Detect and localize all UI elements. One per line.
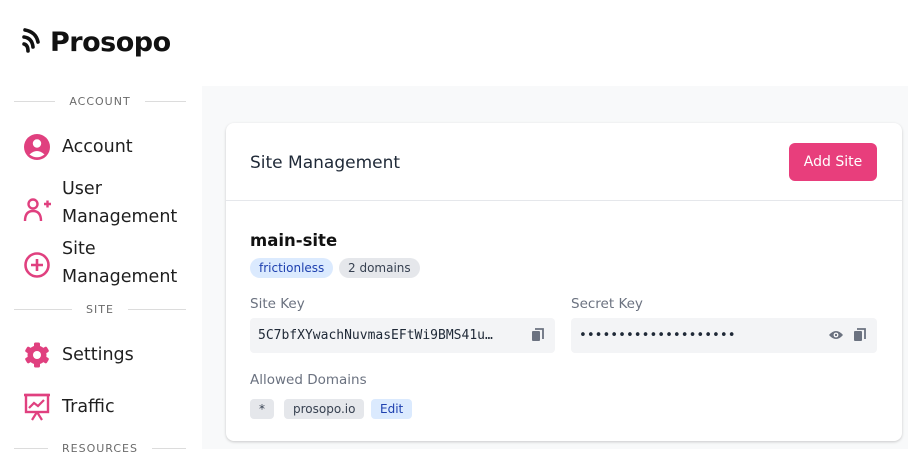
secret-key-value: ••••••••••••••••••••: [579, 328, 736, 343]
sidebar-item-label-line1: Site: [62, 239, 96, 259]
sidebar-item-user-management[interactable]: User Management: [22, 175, 177, 231]
copy-secret-key-button[interactable]: [851, 326, 869, 344]
section-label: ACCOUNT: [69, 95, 131, 108]
site-name: main-site: [250, 231, 338, 250]
sidebar-item-label: Settings: [62, 345, 134, 365]
domain-chip: prosopo.io: [284, 399, 365, 419]
eye-icon: [829, 331, 843, 339]
sidebar-item-settings[interactable]: Settings: [22, 340, 134, 370]
sidebar-item-site-management[interactable]: Site Management: [22, 235, 177, 291]
sidebar-item-traffic[interactable]: Traffic: [22, 392, 115, 422]
section-label: SITE: [86, 303, 114, 316]
site-key-label: Site Key: [250, 296, 305, 312]
brand-name: Prosopo: [50, 27, 171, 58]
plus-circle-icon: [22, 250, 52, 280]
tag-frictionless: frictionless: [250, 258, 334, 278]
site-key-field[interactable]: 5C7bfXYwachNuvmasEFtWi9BMS41u…: [250, 318, 555, 353]
user-circle-icon: [22, 132, 52, 162]
sidebar-item-account[interactable]: Account: [22, 132, 133, 162]
tag-domains-count: 2 domains: [339, 258, 420, 278]
section-header-site: SITE: [14, 303, 186, 316]
secret-key-label: Secret Key: [571, 296, 643, 312]
site-key-value: 5C7bfXYwachNuvmasEFtWi9BMS41u…: [258, 328, 493, 343]
brand-logo[interactable]: Prosopo: [22, 26, 171, 59]
toggle-secret-visibility-button[interactable]: [827, 326, 845, 344]
sidebar: Prosopo ACCOUNT Account User Management: [0, 0, 202, 455]
secret-key-field[interactable]: ••••••••••••••••••••: [571, 318, 877, 353]
copy-site-key-button[interactable]: [529, 326, 547, 344]
page-title: Site Management: [250, 153, 401, 173]
allowed-domains-label: Allowed Domains: [250, 372, 367, 388]
user-plus-icon: [22, 195, 52, 225]
edit-domains-button[interactable]: Edit: [371, 399, 413, 419]
sidebar-item-label-line2: Management: [62, 267, 178, 287]
gear-icon: [22, 340, 52, 370]
sidebar-item-label: Account: [62, 137, 133, 157]
section-header-account: ACCOUNT: [14, 95, 187, 108]
copy-icon: [532, 327, 544, 341]
add-site-button[interactable]: Add Site: [789, 143, 877, 181]
card-header: Site Management Add Site: [226, 123, 902, 201]
copy-icon: [854, 327, 866, 341]
prosopo-logo-icon: [22, 26, 44, 59]
domain-chip: *: [250, 399, 274, 419]
presentation-chart-icon: [22, 392, 52, 422]
sidebar-item-label-line2: Management: [62, 207, 178, 227]
site-management-card: Site Management Add Site main-site frict…: [226, 123, 902, 441]
sidebar-item-label: Traffic: [62, 397, 115, 417]
sidebar-item-label-line1: User: [62, 179, 102, 199]
